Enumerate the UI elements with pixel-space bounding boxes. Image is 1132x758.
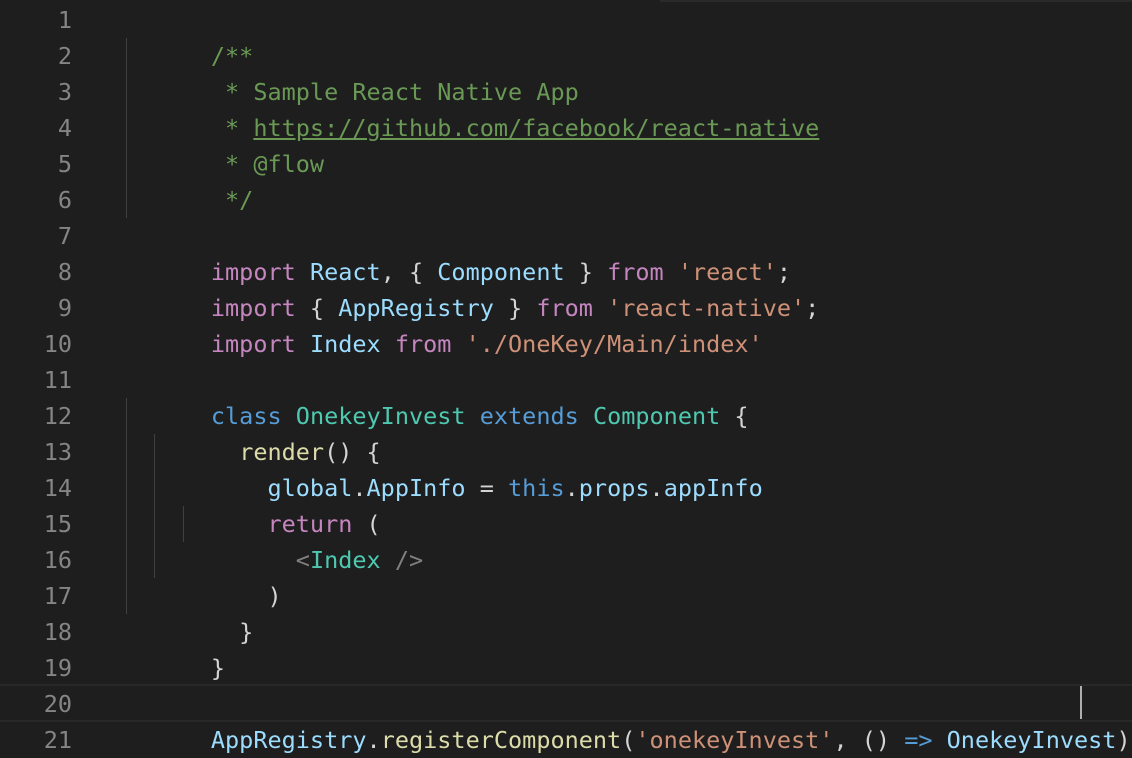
line-number: 11 <box>43 366 72 394</box>
punctuation-token: ); <box>1116 726 1132 754</box>
text-cursor <box>1080 686 1082 719</box>
line-number: 7 <box>57 222 72 250</box>
code-line: */ <box>126 146 253 214</box>
line-number: 16 <box>43 546 72 574</box>
comment-link[interactable]: https://github.com/facebook/react-native <box>253 114 819 142</box>
line-number: 17 <box>43 582 72 610</box>
punctuation-token: . <box>564 474 579 502</box>
class-name-token: Component <box>592 402 721 430</box>
line-number: 4 <box>57 114 72 142</box>
identifier-token: AppRegistry <box>210 726 367 754</box>
line-number: 20 <box>43 690 72 718</box>
code-line: * Sample React Native App <box>126 38 579 106</box>
code-line: AppRegistry.registerComponent('onekeyInv… <box>126 686 1132 754</box>
punctuation-token: { <box>720 402 749 430</box>
string-token: './OneKey/Main/index' <box>465 330 763 358</box>
storage-token: this <box>508 474 565 502</box>
line-number: 18 <box>43 618 72 646</box>
function-token: registerComponent <box>380 726 622 754</box>
tag-punctuation-token: < <box>295 546 310 574</box>
code-line: } <box>126 578 253 646</box>
line-number: 14 <box>43 474 72 502</box>
punctuation-token <box>466 402 480 430</box>
punctuation-token: , () <box>833 726 905 754</box>
code-editor[interactable]: 1 2 3 4 5 6 7 8 9 10 11 12 13 14 15 16 1… <box>0 0 1132 758</box>
line-number: 19 <box>43 654 72 682</box>
line-number: 8 <box>57 258 72 286</box>
punctuation-token: } <box>210 654 226 682</box>
identifier-token: AppInfo <box>366 474 466 502</box>
line-number: 21 <box>43 726 72 754</box>
tag-punctuation-token: /> <box>380 546 424 574</box>
punctuation-token <box>451 330 465 358</box>
punctuation-token <box>933 726 947 754</box>
punctuation-token <box>296 330 310 358</box>
identifier-token: appInfo <box>663 474 763 502</box>
line-number: 13 <box>43 438 72 466</box>
code-line: return ( <box>126 470 380 538</box>
code-line: import React, { Component } from 'react'… <box>126 218 791 286</box>
punctuation-token <box>381 330 395 358</box>
punctuation-token: . <box>366 726 381 754</box>
code-line: <Index /> <box>126 506 423 574</box>
code-line: import Index from './OneKey/Main/index' <box>126 290 763 358</box>
identifier-token: Index <box>309 330 381 358</box>
code-line: global.AppInfo = this.props.appInfo <box>126 434 762 502</box>
line-number: 1 <box>57 6 72 34</box>
punctuation-token: ; <box>805 294 820 322</box>
keyword-token: import <box>210 330 296 358</box>
punctuation-token: ( <box>621 726 636 754</box>
comment-token: */ <box>210 186 254 214</box>
arrow-operator-token: => <box>904 726 933 754</box>
string-token: 'onekeyInvest' <box>635 726 834 754</box>
line-number: 5 <box>57 150 72 178</box>
code-line: class OnekeyInvest extends Component { <box>126 362 749 430</box>
code-line: * @flow <box>126 110 324 178</box>
line-number: 6 <box>57 186 72 214</box>
code-line: import { AppRegistry } from 'react-nativ… <box>126 254 819 322</box>
storage-token: extends <box>479 402 579 430</box>
punctuation-token: . <box>649 474 664 502</box>
line-number: 2 <box>57 42 72 70</box>
line-number-gutter: 1 2 3 4 5 6 7 8 9 10 11 12 13 14 15 16 1… <box>0 0 90 758</box>
code-line: ) <box>126 542 281 610</box>
code-line: /** <box>126 2 253 70</box>
keyword-token: from <box>394 330 452 358</box>
code-text-area[interactable]: /** * Sample React Native App * https://… <box>126 0 1132 758</box>
punctuation-token: = <box>465 474 509 502</box>
identifier-token: OnekeyInvest <box>946 726 1117 754</box>
line-number: 3 <box>57 78 72 106</box>
code-line: render() { <box>126 398 380 466</box>
tag-name-token: Index <box>309 546 381 574</box>
line-number: 9 <box>57 294 72 322</box>
identifier-token: props <box>578 474 650 502</box>
line-number: 12 <box>43 402 72 430</box>
line-number: 15 <box>43 510 72 538</box>
line-number: 10 <box>43 330 72 358</box>
code-line: } <box>126 614 225 682</box>
code-line: * https://github.com/facebook/react-nati… <box>126 74 819 142</box>
punctuation-token <box>579 402 593 430</box>
